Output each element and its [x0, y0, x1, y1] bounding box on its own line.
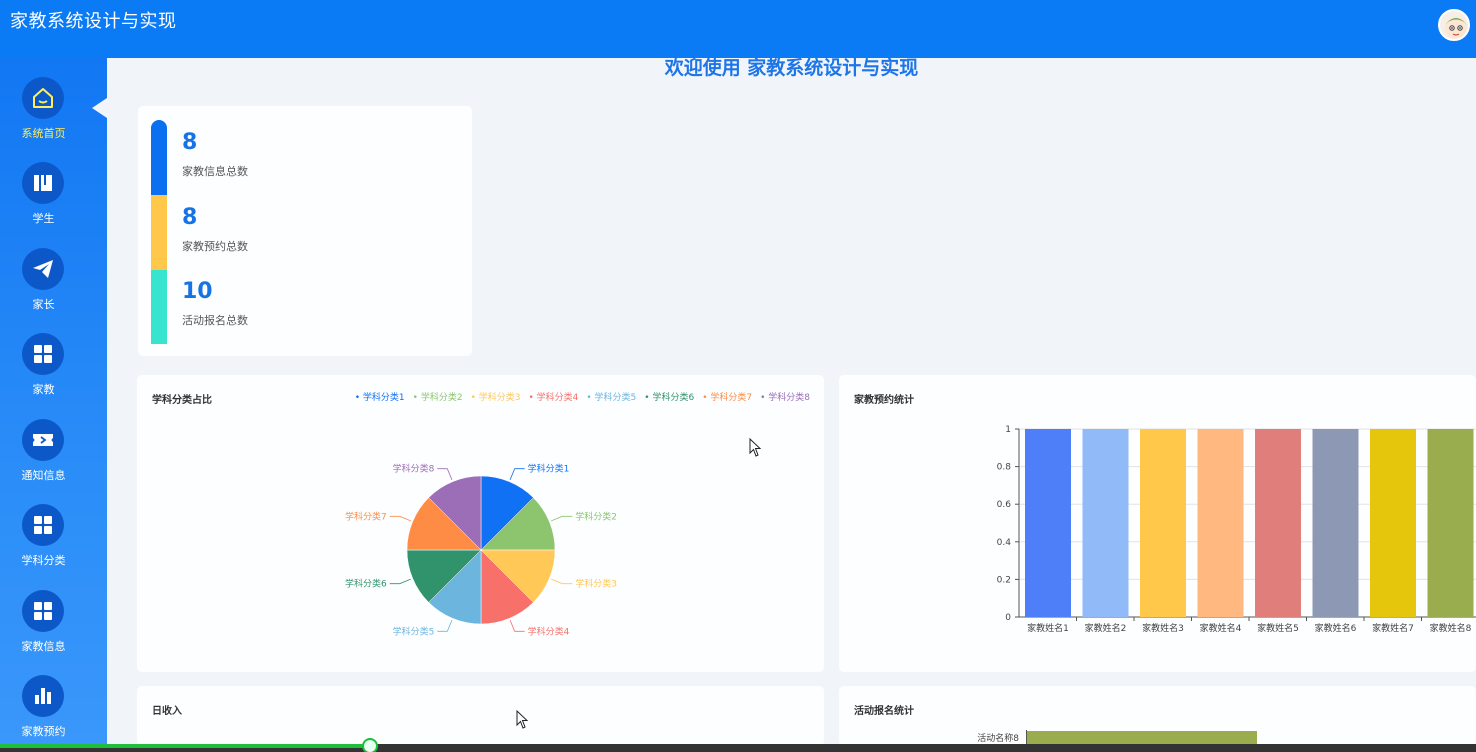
pie-label: 学科分类4: [528, 625, 570, 637]
x-tick-label: 家教姓名5: [1257, 622, 1299, 634]
pie-label: 学科分类6: [345, 578, 387, 590]
sidebar-item-label: 家教: [32, 383, 55, 396]
x-tick-label: 家教姓名6: [1315, 622, 1357, 634]
y-tick-label: 0.2: [997, 575, 1011, 585]
bar[interactable]: [1312, 429, 1359, 617]
home-icon: [22, 77, 64, 119]
progress-fill: [0, 744, 370, 748]
bar[interactable]: [1140, 429, 1186, 617]
card-title: 活动报名统计: [854, 706, 914, 717]
video-progress-bar[interactable]: [0, 738, 1476, 752]
bar-chart-icon: [22, 675, 64, 717]
progress-handle[interactable]: [362, 738, 378, 752]
sidebar-item-label: 学科分类: [21, 554, 66, 567]
x-tick-label: 家教姓名1: [1027, 622, 1069, 634]
book-icon: [22, 162, 64, 204]
stat-label: 家教信息总数: [182, 165, 248, 178]
stat-value: 8: [182, 205, 198, 230]
grid-icon: [22, 590, 64, 632]
bar-chart: 0 0.2 0.4 0.6 0.8 1 家教姓名1 家教姓名2 家教姓名3 家教姓名4 家教姓名5 家…: [997, 425, 1476, 634]
ticket-icon: [22, 419, 64, 461]
bar[interactable]: [1370, 429, 1416, 617]
y-tick-label: 0: [1005, 613, 1011, 623]
mouse-cursor-icon: [749, 438, 762, 457]
y-tick-label: 0.8: [997, 463, 1012, 473]
y-tick-label: 1: [1005, 425, 1011, 435]
y-tick-label: 0.4: [997, 538, 1012, 548]
grid-icon: [22, 504, 64, 546]
sidebar-item-bookings[interactable]: 家教预约: [0, 675, 87, 752]
stat-color-bar: [151, 120, 167, 195]
sidebar-item-label: 家长: [32, 298, 55, 311]
stat-value: 10: [182, 279, 213, 304]
bar[interactable]: [1255, 429, 1301, 617]
pie-chart: 学科分类1 学科分类2 学科分类3 学科分类4 学科分类5 学科分类6 学科分类7 学科分类8: [345, 463, 617, 638]
activity-bar: [1027, 731, 1257, 744]
bar[interactable]: [1427, 429, 1474, 617]
pie-label-line: [389, 515, 411, 522]
sidebar-item-parents[interactable]: 家长: [0, 248, 87, 328]
main-content: 欢迎使用 家教系统设计与实现 8 家教信息总数 8 家教预约总数 10 活动报名…: [107, 57, 1476, 746]
active-indicator: [92, 98, 107, 118]
stats-card: 8 家教信息总数 8 家教预约总数 10 活动报名总数: [138, 106, 472, 356]
paper-plane-icon: [22, 248, 64, 290]
bar[interactable]: [1197, 429, 1244, 617]
sidebar-item-label: 家教预约: [21, 725, 66, 738]
pie-label-line: [437, 620, 453, 632]
pie-label: 学科分类8: [393, 463, 435, 475]
pie-label-line: [509, 620, 525, 632]
card-title: 日收入: [152, 706, 182, 717]
sidebar-item-label: 系统首页: [21, 127, 66, 140]
x-tick-label: 家教姓名2: [1085, 622, 1127, 634]
x-tick-label: 家教姓名4: [1200, 622, 1242, 634]
x-tick-label: 家教姓名7: [1372, 622, 1414, 634]
app-title: 家教系统设计与实现: [10, 11, 177, 32]
sidebar-item-home[interactable]: 系统首页: [0, 77, 87, 157]
sidebar-item-label: 学生: [32, 212, 55, 225]
bar-row-label: 活动名称8: [977, 734, 1019, 744]
top-bar: 家教系统设计与实现: [0, 0, 1476, 58]
activity-card: 活动报名统计 活动名称8: [839, 686, 1476, 746]
stat-color-bar: [151, 270, 167, 344]
booking-bar-card: 家教预约统计 0 0.2 0.4 0.6 0.8 1 家教姓名1 家教姓名2 家教姓名3 家教姓名…: [839, 375, 1476, 672]
pie-label-line: [509, 468, 525, 480]
avatar[interactable]: [1438, 9, 1470, 41]
pie-label-line: [437, 468, 453, 480]
sidebar-item-label: 通知信息: [21, 469, 66, 482]
grid-icon: [22, 333, 64, 375]
stat-value: 8: [182, 130, 198, 155]
sidebar-item-subjects[interactable]: 学科分类: [0, 504, 87, 584]
sidebar-item-students[interactable]: 学生: [0, 162, 87, 242]
bar[interactable]: [1025, 429, 1071, 617]
pie-label: 学科分类7: [345, 510, 387, 522]
pie-label: 学科分类2: [575, 510, 617, 522]
pie-label-line: [551, 515, 573, 522]
mouse-cursor-icon: [516, 710, 529, 729]
welcome-heading: 欢迎使用 家教系统设计与实现: [664, 57, 919, 79]
x-tick-label: 家教姓名8: [1430, 622, 1472, 634]
sidebar-item-tutor-info[interactable]: 家教信息: [0, 590, 87, 670]
stat-label: 活动报名总数: [182, 314, 248, 327]
pie-label-line: [551, 578, 573, 585]
income-card: 日收入: [137, 686, 824, 746]
pie-label: 学科分类1: [528, 463, 570, 475]
subject-pie-card: 学科分类占比 学科分类1学科分类2学科分类3学科分类4学科分类5学科分类6学科分…: [137, 375, 824, 672]
x-tick-label: 家教姓名3: [1142, 622, 1184, 634]
stat-color-bar: [151, 195, 167, 270]
y-tick-label: 0.6: [997, 500, 1012, 510]
stat-label: 家教预约总数: [182, 240, 248, 253]
bar[interactable]: [1082, 429, 1129, 617]
sidebar-item-label: 家教信息: [21, 640, 66, 653]
pie-label: 学科分类3: [575, 578, 617, 590]
sidebar-item-tutors[interactable]: 家教: [0, 333, 87, 413]
sidebar-item-notices[interactable]: 通知信息: [0, 419, 87, 499]
sidebar: 系统首页 学生 家长 家教 通知信息 学科分类 家教信息 家教预约: [0, 58, 107, 744]
pie-label-line: [389, 578, 411, 585]
pie-label: 学科分类5: [393, 625, 435, 637]
